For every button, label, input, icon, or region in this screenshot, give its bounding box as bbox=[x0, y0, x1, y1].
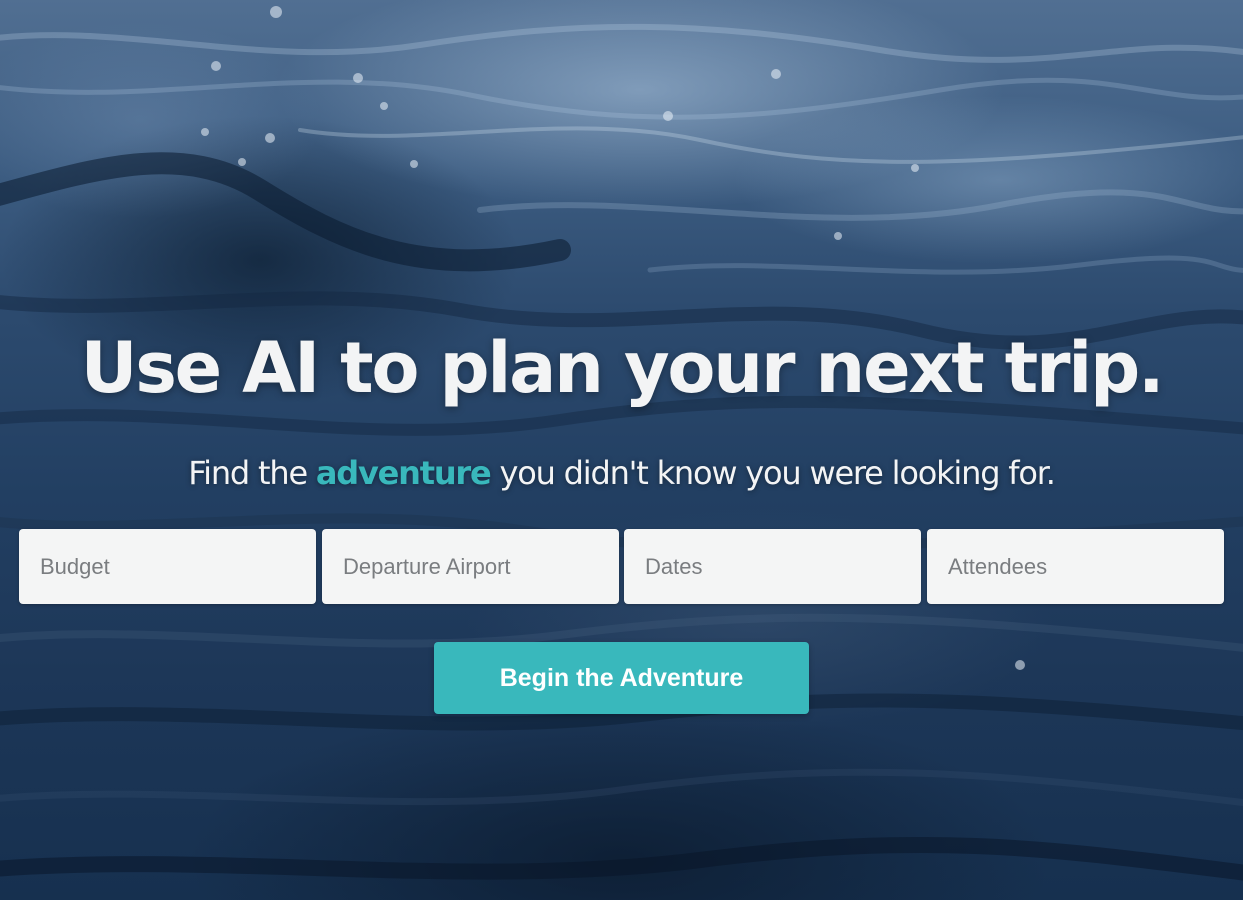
dates-input[interactable] bbox=[624, 529, 921, 604]
subhead-text-start: Find the bbox=[188, 454, 316, 492]
trip-planner-form bbox=[19, 529, 1224, 604]
budget-input[interactable] bbox=[19, 529, 316, 604]
hero-content: Use AI to plan your next trip. Find the … bbox=[0, 0, 1243, 900]
begin-adventure-button[interactable]: Begin the Adventure bbox=[434, 642, 809, 714]
subhead-accent-word: adventure bbox=[315, 454, 492, 492]
attendees-input[interactable] bbox=[927, 529, 1224, 604]
hero-section: Use AI to plan your next trip. Find the … bbox=[0, 0, 1243, 900]
departure-airport-input[interactable] bbox=[322, 529, 619, 604]
headline: Use AI to plan your next trip. bbox=[80, 327, 1165, 409]
subhead-text-end: you didn't know you were looking for. bbox=[490, 454, 1055, 492]
subheadline: Find the adventure you didn't know you w… bbox=[0, 450, 1243, 496]
